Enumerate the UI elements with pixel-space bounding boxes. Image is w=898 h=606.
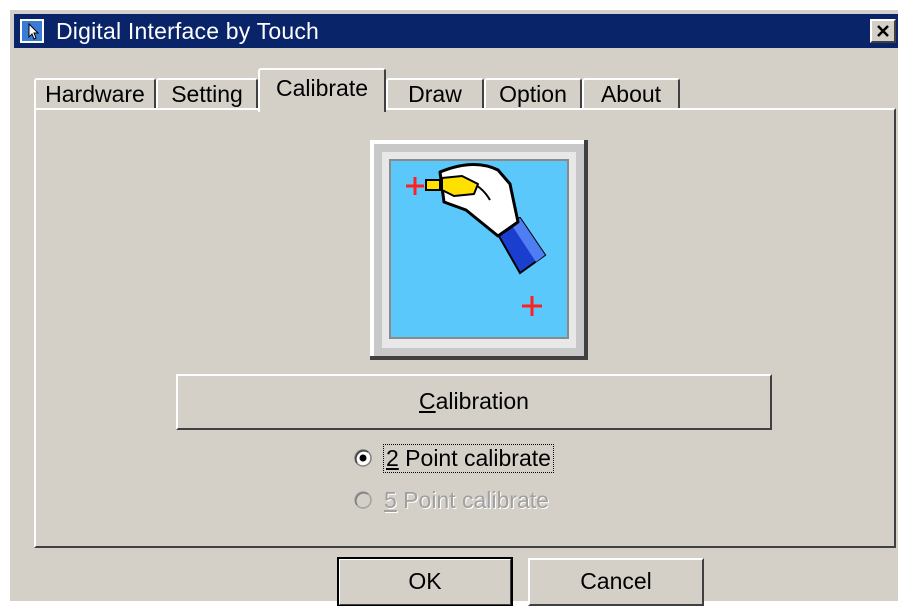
window-title: Digital Interface by Touch <box>56 18 320 44</box>
tab-calibrate[interactable]: Calibrate <box>258 68 386 112</box>
calibrate-panel: Calibration 2 Point calibrate 5 Point ca… <box>34 108 896 548</box>
calibration-label-rest: alibration <box>435 388 529 414</box>
radio-2-point-label: 2 Point calibrate <box>383 443 554 473</box>
tab-about[interactable]: About <box>582 78 680 110</box>
tab-setting[interactable]: Setting <box>156 78 258 110</box>
tab-draw[interactable]: Draw <box>386 78 484 110</box>
tab-hardware[interactable]: Hardware <box>34 78 156 110</box>
radio-selected-icon <box>354 449 372 467</box>
calibration-button[interactable]: Calibration <box>176 374 772 430</box>
cancel-button[interactable]: Cancel <box>528 558 704 606</box>
ok-button[interactable]: OK <box>337 557 513 606</box>
radio-5-point-label: 5 Point calibrate <box>384 486 549 513</box>
tab-option[interactable]: Option <box>484 78 582 110</box>
close-icon <box>877 25 889 37</box>
close-button[interactable] <box>870 19 896 43</box>
calibration-accel: C <box>419 388 436 414</box>
radio-2-point[interactable]: 2 Point calibrate <box>354 442 554 474</box>
radio-unselected-icon <box>354 491 372 509</box>
dialog-window: Digital Interface by Touch Hardware Sett… <box>8 8 898 606</box>
app-icon <box>20 19 44 43</box>
radio-5-point[interactable]: 5 Point calibrate <box>354 484 549 516</box>
title-bar[interactable]: Digital Interface by Touch <box>14 14 898 48</box>
stylus-touch-calibration-icon <box>370 140 588 360</box>
